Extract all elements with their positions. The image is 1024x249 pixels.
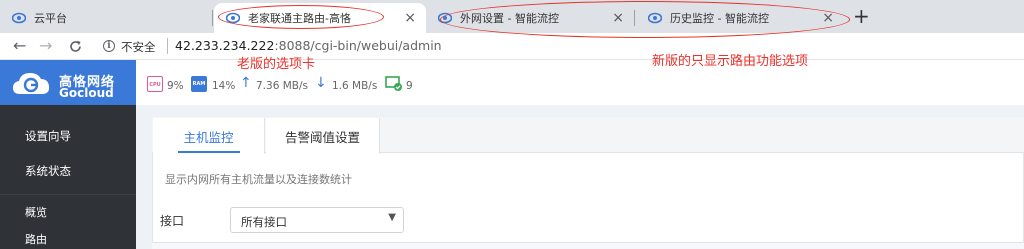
- address-bar: ← → i 不安全 42.233.234.222:8088/cgi-bin/we…: [0, 33, 1024, 60]
- ram-usage: 14%: [212, 80, 236, 92]
- browser-tab-cloud[interactable]: 云平台: [0, 3, 212, 33]
- tab-separator: [212, 10, 213, 26]
- new-tab-button[interactable]: +: [853, 4, 870, 28]
- sidebar-item-overview[interactable]: 概览: [25, 204, 47, 220]
- cpu-usage: 9%: [167, 80, 184, 92]
- annotation-ellipse-new-tabs: [440, 1, 850, 38]
- tab-host-monitor[interactable]: 主机监控: [153, 118, 265, 154]
- upload-speed: 7.36 MB/s: [256, 80, 308, 92]
- brand-logo[interactable]: 高恪网络 Gocloud: [0, 60, 136, 105]
- sidebar-item-setup-wizard[interactable]: 设置向导: [25, 128, 71, 144]
- brand-name-en: Gocloud: [59, 86, 114, 100]
- cpu-chip-icon: CPU: [147, 76, 163, 92]
- url-host: 42.233.234.222: [175, 38, 275, 53]
- active-tab-indicator: [178, 151, 240, 153]
- url-path: :8088/cgi-bin/webui/admin: [274, 38, 442, 53]
- interface-select[interactable]: 所有接口 ▼: [230, 207, 404, 233]
- annotation-old-tab: 老版的选项卡: [237, 57, 316, 72]
- upload-arrow-icon: ↑: [240, 75, 252, 91]
- url-field[interactable]: 42.233.234.222:8088/cgi-bin/webui/admin: [175, 38, 442, 53]
- info-icon[interactable]: i: [103, 40, 115, 52]
- tab-label: 告警阈值设置: [284, 129, 360, 145]
- interface-select-value: 所有接口: [241, 215, 287, 229]
- reload-icon[interactable]: [68, 39, 83, 54]
- sidebar-item-system-status[interactable]: 系统状态: [25, 163, 71, 179]
- table-header-row: [152, 242, 1024, 249]
- sidebar-divider: [0, 194, 136, 195]
- interface-label: 接口: [160, 214, 185, 228]
- download-arrow-icon: ↓: [315, 75, 327, 91]
- gocloud-logo-icon: [13, 73, 50, 94]
- device-check-icon: [385, 76, 402, 91]
- annotation-new-tabs: 新版的只显示路由功能选项: [652, 54, 809, 69]
- annotation-ellipse-old-tab: [218, 5, 384, 29]
- caret-down-icon: ▼: [388, 212, 396, 223]
- sidebar-item-routing[interactable]: 路由: [25, 231, 47, 247]
- close-icon[interactable]: ×: [404, 10, 416, 26]
- forward-arrow-icon[interactable]: →: [39, 36, 52, 55]
- security-label[interactable]: 不安全: [121, 39, 156, 55]
- tab-alarm-threshold[interactable]: 告警阈值设置: [266, 118, 380, 154]
- tab-label: 主机监控: [183, 129, 234, 145]
- ram-chip-icon: RAM: [191, 76, 207, 92]
- download-speed: 1.6 MB/s: [332, 80, 378, 92]
- cloud-eye-icon: [12, 12, 26, 24]
- tab-title: 云平台: [34, 12, 67, 25]
- device-count: 9: [406, 80, 413, 92]
- divider: [167, 38, 168, 54]
- back-arrow-icon[interactable]: ←: [13, 36, 26, 55]
- description-text: 显示内网所有主机流量以及连接数统计: [165, 173, 352, 186]
